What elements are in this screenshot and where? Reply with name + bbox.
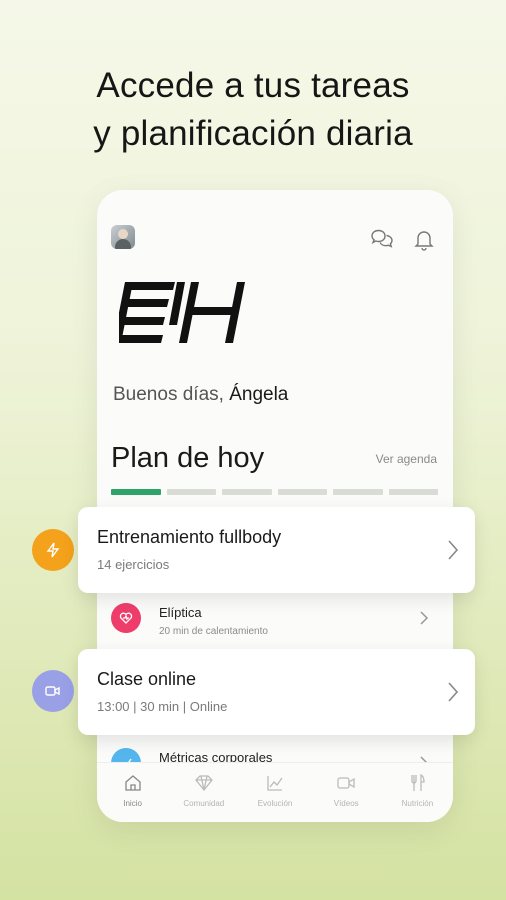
tab-label: Vídeos [333,799,359,808]
agenda-link[interactable]: Ver agenda [376,452,437,466]
video-icon [337,777,355,789]
avatar[interactable] [111,225,135,249]
tab-evolucion[interactable]: Evolución [239,763,310,822]
progress-segment [222,489,272,495]
bottom-tab-bar: Inicio Comunidad Evolución Vídeos Nutric… [97,762,453,822]
task-card-subtitle: 13:00 | 30 min | Online [97,699,228,714]
list-item-title: Elíptica [159,605,202,620]
tab-videos[interactable]: Vídeos [311,763,382,822]
lightning-icon [32,529,74,571]
greeting-prefix: Buenos días, [113,384,224,405]
home-icon [124,775,141,791]
greeting-name: Ángela [229,384,289,405]
chart-icon [267,776,283,791]
tab-label: Inicio [123,799,142,808]
progress-segment [111,489,161,495]
bell-icon[interactable] [411,226,437,252]
plan-title: Plan de hoy [111,442,265,474]
list-item-eliptica[interactable]: Elíptica 20 min de calentamiento [97,590,453,646]
cutlery-icon [411,773,426,791]
tab-nutricion[interactable]: Nutrición [382,763,453,822]
eh-logo [119,282,245,343]
headline-line-2: y planificación diaria [93,114,413,153]
chat-icon[interactable] [369,226,395,252]
chevron-right-icon [448,682,459,702]
task-card-clase-online[interactable]: Clase online 13:00 | 30 min | Online [78,649,475,735]
daily-progress [111,489,438,495]
diamond-icon [194,775,213,792]
tab-comunidad[interactable]: Comunidad [168,763,239,822]
progress-segment [166,489,216,495]
heart-icon [111,603,141,633]
tab-inicio[interactable]: Inicio [97,763,168,822]
headline: Accede a tus tareas y planificación diar… [0,62,506,158]
chevron-right-icon [448,540,459,560]
progress-segment [333,489,383,495]
video-icon [32,670,74,712]
progress-segment [277,489,327,495]
greeting: Buenos días, Ángela [113,384,288,406]
progress-segment [388,489,438,495]
headline-line-1: Accede a tus tareas [96,66,410,105]
task-card-title: Clase online [97,669,197,689]
chevron-right-icon [420,611,429,625]
task-card-subtitle: 14 ejercicios [97,557,170,572]
tab-label: Comunidad [183,799,225,808]
tab-label: Nutrición [401,799,434,808]
list-item-subtitle: 20 min de calentamiento [159,626,268,637]
task-card-title: Entrenamiento fullbody [97,527,282,547]
task-card-entrenamiento[interactable]: Entrenamiento fullbody 14 ejercicios [78,507,475,593]
tab-label: Evolución [257,799,293,808]
